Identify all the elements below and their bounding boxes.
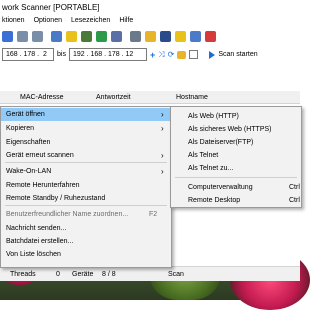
gear-icon[interactable] (130, 30, 141, 42)
folder-icon[interactable] (145, 30, 156, 42)
chevron-right-icon: › (161, 110, 164, 119)
menu-options[interactable]: Optionen (34, 17, 62, 24)
power-icon[interactable] (205, 30, 216, 42)
column-response-time[interactable]: Antwortzeit (96, 94, 131, 101)
checkbox-icon[interactable] (189, 50, 199, 59)
column-header: MAC-Adresse Antwortzeit Hostname (0, 91, 300, 104)
monitor-icon[interactable] (51, 30, 62, 42)
submenu-item-label: Remote Desktop (188, 197, 241, 204)
bulb-icon[interactable] (66, 30, 77, 42)
range-toolbar: 168 . 178 . 2 bis 192 . 168 . 178 . 12 +… (0, 46, 300, 63)
shortcut-label: F2 (149, 211, 158, 218)
status-scan-label: Scan (168, 270, 184, 278)
menu-separator (175, 177, 297, 178)
status-threads-value: 0 (56, 270, 60, 278)
menu-separator (5, 162, 167, 163)
document-icon[interactable] (32, 30, 43, 42)
context-menu-item[interactable]: Gerät erneut scannen › (1, 149, 171, 162)
play-icon (209, 50, 216, 59)
submenu-item[interactable]: Als Dateiserver(FTP) (171, 136, 301, 149)
status-bar: Threads 0 Geräte 8 / 8 Scan (0, 266, 300, 281)
submenu-item[interactable]: Als Telnet (171, 149, 301, 162)
context-menu-item-label: Von Liste löschen (6, 251, 61, 258)
chevron-right-icon: › (161, 124, 164, 133)
context-menu-item-label: Kopieren (6, 125, 35, 132)
window-title: work Scanner [PORTABLE] (2, 2, 100, 12)
title-bar: work Scanner [PORTABLE] (0, 0, 300, 14)
context-menu-item-label: Gerät erneut scannen (6, 152, 74, 159)
add-icon[interactable]: + (150, 50, 155, 60)
context-menu-item[interactable]: Remote Herunterfahren (1, 179, 171, 192)
submenu-item[interactable]: Remote Desktop Ctrl (171, 194, 301, 207)
context-menu-item-label: Wake-On-LAN (6, 168, 52, 175)
refresh-icon[interactable]: ⟳ (168, 50, 175, 59)
mountain-icon[interactable] (81, 30, 92, 42)
status-threads-label: Threads (10, 270, 36, 278)
menu-actions[interactable]: ktionen (2, 17, 25, 24)
chevron-right-icon: › (161, 151, 164, 160)
context-menu-item-label: Nachricht senden... (6, 225, 67, 232)
status-devices-label: Geräte (72, 270, 94, 278)
shuffle-icon[interactable]: ⤨ (158, 50, 164, 60)
context-menu-item[interactable]: Nachricht senden... (1, 222, 171, 235)
context-menu-item: Benutzerfreundlicher Name zuordnen... F2 (1, 208, 171, 221)
submenu-item-label: Als Telnet (188, 152, 219, 159)
context-menu-item[interactable]: Gerät öffnen › (1, 108, 171, 121)
floppy-icon[interactable] (2, 30, 13, 42)
submenu-item[interactable]: Als sicheres Web (HTTPS) (171, 123, 301, 136)
menu-bar: ktionen Optionen Lesezeichen Hilfe (0, 14, 300, 26)
context-menu: Gerät öffnen › Kopieren › Eigenschaften Gerät… (0, 106, 172, 268)
submenu-item-label: Computerverwaltung (188, 184, 253, 191)
context-menu-item-label: Eigenschaften (6, 139, 51, 146)
column-mac[interactable]: MAC-Adresse (20, 94, 64, 101)
pen-icon[interactable] (190, 30, 201, 42)
context-menu-item[interactable]: Wake-On-LAN › (1, 165, 171, 178)
shortcut-label: Ctrl (289, 184, 300, 191)
ip-from-input[interactable]: 168 . 178 . 2 (2, 48, 54, 61)
context-menu-item[interactable]: Remote Standby / Ruhezustand (1, 192, 171, 205)
scan-start-label: Scan starten (218, 51, 258, 58)
chevron-right-icon: › (161, 167, 164, 176)
main-toolbar (0, 26, 300, 46)
settings-grid-icon[interactable] (111, 30, 122, 42)
scan-start-button[interactable]: Scan starten (209, 50, 258, 59)
context-menu-item-label: Remote Herunterfahren (6, 182, 80, 189)
submenu-item-label: Als Web (HTTP) (188, 113, 239, 120)
submenu-item[interactable]: Computerverwaltung Ctrl (171, 181, 301, 194)
submenu-item-label: Als Telnet zu... (188, 165, 234, 172)
context-menu-item-label: Batchdatei erstellen... (6, 238, 74, 245)
status-devices-value: 8 / 8 (102, 270, 116, 278)
context-menu-item-label: Remote Standby / Ruhezustand (6, 195, 106, 202)
menu-separator (5, 205, 167, 206)
context-menu-item[interactable]: Von Liste löschen (1, 248, 171, 261)
menu-help[interactable]: Hilfe (119, 17, 133, 24)
submenu-item[interactable]: Als Web (HTTP) (171, 110, 301, 123)
context-menu-item[interactable]: Eigenschaften (1, 136, 171, 149)
submenu-item[interactable]: Als Telnet zu... (171, 162, 301, 175)
context-menu-item[interactable]: Batchdatei erstellen... (1, 235, 171, 248)
ip-to-input[interactable]: 192 . 168 . 178 . 12 (68, 48, 147, 61)
submenu-item-label: Als sicheres Web (HTTPS) (188, 126, 272, 133)
context-menu-item-label: Benutzerfreundlicher Name zuordnen... (6, 211, 129, 218)
context-menu-item[interactable]: Kopieren › (1, 122, 171, 135)
globe-icon[interactable] (96, 30, 107, 42)
terminal-icon[interactable] (160, 30, 171, 42)
folder-icon[interactable] (177, 50, 187, 59)
note-icon[interactable] (175, 30, 186, 42)
context-menu-item-label: Gerät öffnen (6, 111, 45, 118)
column-hostname[interactable]: Hostname (176, 94, 208, 101)
range-to-label: bis (57, 51, 66, 58)
shortcut-label: Ctrl (289, 197, 300, 204)
menu-bookmarks[interactable]: Lesezeichen (71, 17, 110, 24)
document-icon[interactable] (17, 30, 28, 42)
submenu-item-label: Als Dateiserver(FTP) (188, 139, 254, 146)
open-device-submenu: Als Web (HTTP) Als sicheres Web (HTTPS) Al… (170, 106, 302, 208)
